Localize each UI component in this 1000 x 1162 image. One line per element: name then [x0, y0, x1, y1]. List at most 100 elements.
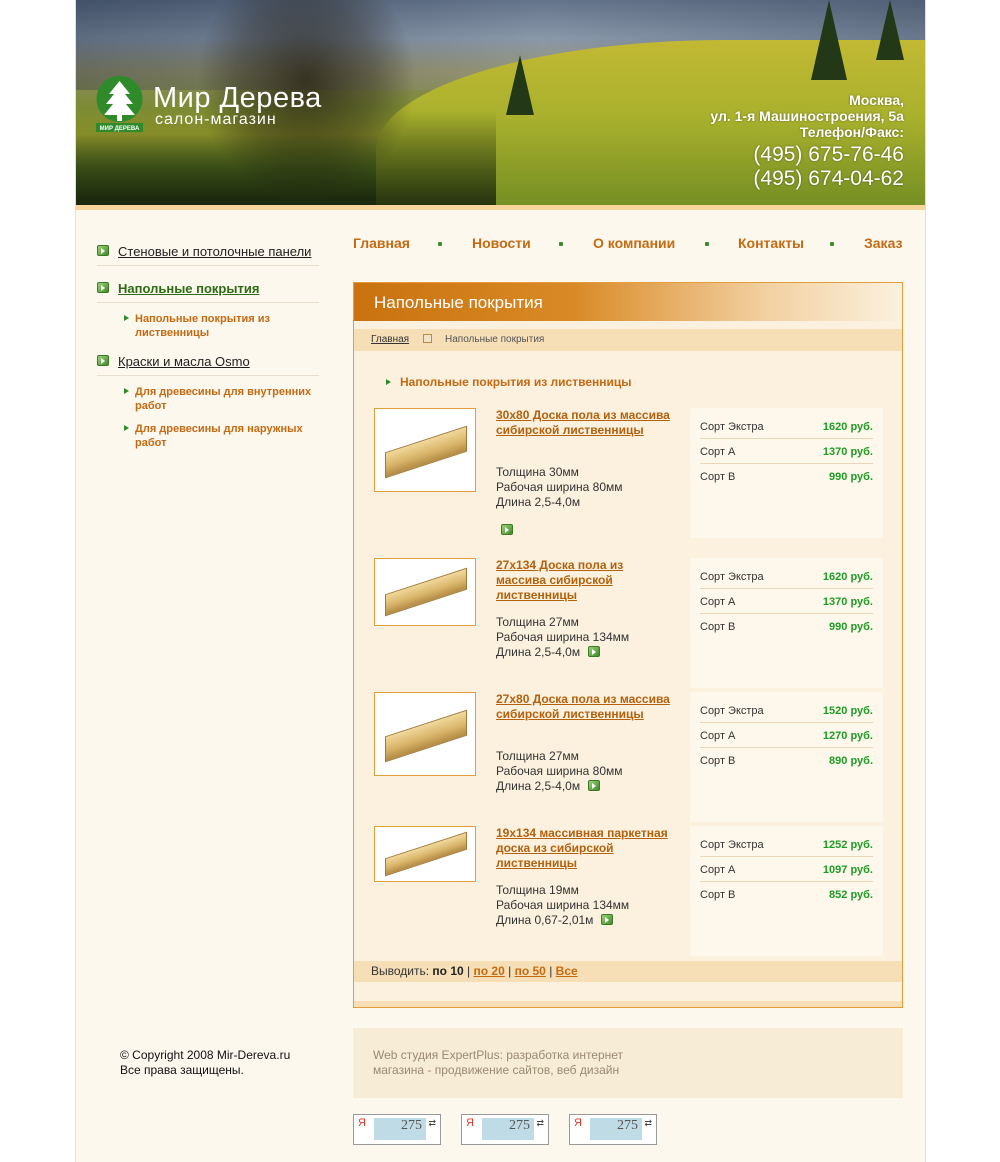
studio-line-2[interactable]: магазина - продвижение сайтов, веб дизай…: [373, 1063, 903, 1078]
page-size-selector: Выводить: по 10 | по 20 | по 50 | Все: [354, 961, 902, 982]
category-label[interactable]: Стеновые и потолочные панели: [118, 244, 311, 259]
price-row: Сорт Экстра 1252 руб.: [700, 832, 873, 857]
spec-thickness: Толщина 30мм: [496, 465, 579, 479]
header-underline: [76, 205, 925, 210]
copyright-line: © Copyright 2008 Mir-Dereva.ru: [120, 1048, 291, 1062]
nav-dot-icon: [705, 242, 709, 246]
price-value: 990 руб.: [829, 471, 873, 483]
bullet-arrow-icon: [97, 245, 109, 256]
price-grade: Сорт А: [700, 864, 736, 876]
bullet-arrow-icon: [97, 355, 109, 366]
studio-credit: Web студия ExpertPlus: разработка интерн…: [353, 1028, 903, 1098]
nav-dot-icon: [830, 242, 834, 246]
content-header: Напольные покрытия: [354, 283, 902, 321]
subcategory-larch-flooring[interactable]: Напольные покрытия из лиственницы: [97, 309, 319, 342]
contact-address: ул. 1-я Машиностроения, 5а: [710, 108, 904, 124]
nav-news[interactable]: Новости: [472, 235, 531, 251]
refresh-icon: ⇄: [536, 1118, 544, 1128]
price-value: 1620 руб.: [822, 421, 873, 433]
details-arrow-icon[interactable]: [601, 914, 614, 925]
product-thumbnail[interactable]: [374, 558, 476, 626]
subcategory-list: Для древесины для внутренних работ Для д…: [97, 376, 319, 456]
product-title-link[interactable]: 19x134 массивная паркетная доска из сиби…: [496, 826, 676, 871]
page-title: Напольные покрытия: [374, 293, 543, 312]
counter-value: 275: [590, 1118, 642, 1140]
contact-phone-1: (495) 675-76-46: [753, 143, 904, 166]
yandex-counter[interactable]: Я 275 ⇄: [353, 1114, 441, 1145]
price-value: 1520 руб.: [822, 705, 873, 717]
product-thumbnail[interactable]: [374, 826, 476, 882]
pager-separator: |: [508, 964, 512, 978]
product-specs: Толщина 27мм Рабочая ширина 80мм Длина 2…: [496, 749, 686, 794]
pager-50-link[interactable]: по 50: [515, 964, 546, 978]
price-value: 1620 руб.: [822, 571, 873, 583]
product-specs: Толщина 19мм Рабочая ширина 134мм Длина …: [496, 883, 686, 928]
refresh-icon: ⇄: [428, 1118, 436, 1128]
category-label[interactable]: Напольные покрытия: [118, 281, 259, 296]
nav-order[interactable]: Заказ: [864, 235, 902, 251]
price-grade: Сорт В: [700, 621, 736, 633]
price-row: Сорт А 1270 руб.: [700, 723, 873, 748]
plank-image: [385, 831, 467, 877]
pager-all-link[interactable]: Все: [556, 964, 578, 978]
category-menu: Стеновые и потолочные панели Напольные п…: [97, 240, 319, 456]
spec-thickness: Толщина 19мм: [496, 883, 579, 897]
price-table: Сорт Экстра 1620 руб. Сорт А 1370 руб. Сор…: [690, 558, 883, 688]
product-title-link[interactable]: 27x80 Доска пола из массива сибирской ли…: [496, 692, 676, 722]
header-banner: МИР ДЕРЕВА Мир Дерева салон-магазин Моск…: [76, 0, 925, 210]
nav-contacts[interactable]: Контакты: [738, 235, 804, 251]
pager-20-link[interactable]: по 20: [474, 964, 505, 978]
category-label[interactable]: Краски и масла Osmo: [118, 354, 250, 369]
page: МИР ДЕРЕВА Мир Дерева салон-магазин Моск…: [75, 0, 926, 1162]
product-specs: Толщина 30мм Рабочая ширина 80мм Длина 2…: [496, 465, 686, 510]
contact-phone-2: (495) 674-04-62: [753, 167, 904, 190]
counter-value: 275: [482, 1118, 534, 1140]
category-wall-panels[interactable]: Стеновые и потолочные панели: [97, 240, 319, 266]
price-grade: Сорт В: [700, 755, 736, 767]
subcategory-exterior[interactable]: Для древесины для наружных работ: [97, 419, 319, 452]
price-value: 1252 руб.: [822, 839, 873, 851]
details-arrow-icon[interactable]: [588, 646, 601, 657]
subcategory-list: Напольные покрытия из лиственницы: [97, 303, 319, 346]
studio-line-1[interactable]: Web студия ExpertPlus: разработка интерн…: [373, 1048, 903, 1063]
price-table: Сорт Экстра 1252 руб. Сорт А 1097 руб. Сор…: [690, 826, 883, 956]
nav-dot-icon: [559, 242, 563, 246]
yandex-logo: Я: [574, 1117, 582, 1129]
product-title-link[interactable]: 30x80 Доска пола из массива сибирской ли…: [496, 408, 676, 438]
pager-separator: |: [549, 964, 553, 978]
product-thumbnail[interactable]: [374, 692, 476, 776]
details-arrow-icon[interactable]: [501, 524, 513, 535]
category-flooring[interactable]: Напольные покрытия: [97, 277, 319, 303]
product-title-link[interactable]: 27x134 Доска пола из массива сибирской л…: [496, 558, 676, 603]
breadcrumb-current: Напольные покрытия: [445, 334, 545, 345]
yandex-counter[interactable]: Я 275 ⇄: [461, 1114, 549, 1145]
price-row: Сорт Экстра 1620 руб.: [700, 414, 873, 439]
price-row: Сорт А 1370 руб.: [700, 589, 873, 614]
tree-logo-icon[interactable]: МИР ДЕРЕВА: [96, 76, 143, 133]
details-arrow-icon[interactable]: [588, 780, 601, 791]
spec-width: Рабочая ширина 134мм: [496, 630, 630, 644]
plank-image: [385, 425, 467, 479]
price-row: Сорт В 890 руб.: [700, 748, 873, 773]
price-grade: Сорт Экстра: [700, 571, 764, 583]
subcategory-interior[interactable]: Для древесины для внутренних работ: [97, 382, 319, 415]
section-title[interactable]: Напольные покрытия из лиственницы: [386, 375, 632, 389]
price-row: Сорт В 990 руб.: [700, 614, 873, 639]
nav-home[interactable]: Главная: [353, 235, 410, 251]
product-item: 27x134 Доска пола из массива сибирской л…: [374, 558, 884, 688]
copyright: © Copyright 2008 Mir-Dereva.ru Все права…: [120, 1048, 290, 1078]
nav-about[interactable]: О компании: [593, 235, 675, 251]
price-value: 1370 руб.: [822, 596, 873, 608]
banner-pine: [506, 55, 534, 115]
price-grade: Сорт А: [700, 596, 736, 608]
breadcrumb-home-link[interactable]: Главная: [371, 334, 409, 345]
category-osmo[interactable]: Краски и масла Osmo: [97, 350, 319, 376]
price-value: 1097 руб.: [822, 864, 873, 876]
breadcrumb-separator-icon: [423, 334, 432, 343]
yandex-counter[interactable]: Я 275 ⇄: [569, 1114, 657, 1145]
product-thumbnail[interactable]: [374, 408, 476, 492]
price-value: 1370 руб.: [822, 446, 873, 458]
spec-width: Рабочая ширина 80мм: [496, 480, 623, 494]
contact-city: Москва,: [849, 92, 904, 108]
breadcrumb: Главная Напольные покрытия: [354, 329, 902, 351]
